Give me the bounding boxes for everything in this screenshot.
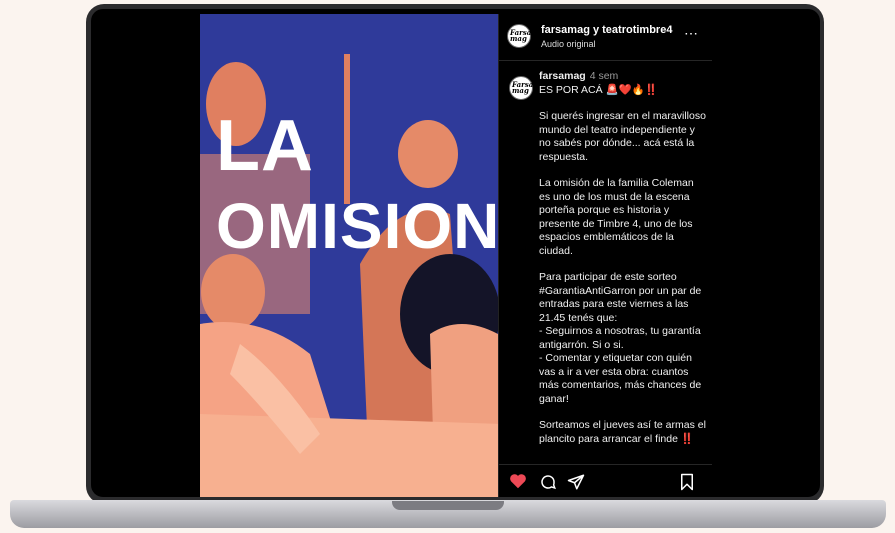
avatar-text: Farsa mag bbox=[510, 28, 532, 43]
bookmark-icon[interactable] bbox=[679, 473, 695, 494]
post-header: Farsa mag farsamag y teatrotimbre4 Audio… bbox=[499, 14, 712, 61]
post-authors[interactable]: farsamag y teatrotimbre4 bbox=[541, 24, 672, 36]
post-panel: Farsa mag farsamag y teatrotimbre4 Audio… bbox=[498, 14, 712, 497]
comment-icon[interactable] bbox=[539, 473, 557, 494]
more-options-icon[interactable]: ⋯ bbox=[684, 25, 699, 42]
caption-paragraph: Para participar de este sorteo #Garantia… bbox=[539, 271, 702, 405]
comment-avatar-text: Farsa mag bbox=[512, 80, 534, 95]
poster-title-line1: LA bbox=[216, 106, 314, 186]
poster-title: LA OMISION bbox=[216, 110, 498, 258]
poster-title-line2: OMISION bbox=[216, 190, 498, 262]
laptop-notch bbox=[392, 501, 504, 510]
share-icon[interactable] bbox=[567, 473, 585, 494]
action-bar bbox=[499, 464, 712, 497]
comment-avatar[interactable]: Farsa mag bbox=[509, 76, 533, 100]
screen: LA OMISION Farsa mag farsamag y teatroti… bbox=[91, 9, 820, 497]
caption-headline: ES POR ACÁ 🚨❤️🔥‼️ bbox=[539, 83, 658, 96]
post-caption: farsamag 4 sem ES POR ACÁ 🚨❤️🔥‼️ Si queré… bbox=[539, 70, 707, 462]
heart-icon[interactable] bbox=[509, 473, 527, 492]
audio-label[interactable]: Audio original bbox=[541, 39, 596, 49]
post-media[interactable]: LA OMISION bbox=[200, 14, 498, 497]
caption-paragraph: Sorteamos el jueves así te armas el plan… bbox=[539, 419, 706, 445]
caption-paragraph: Si querés ingresar en el maravilloso mun… bbox=[539, 110, 706, 163]
caption-time[interactable]: 4 sem bbox=[590, 70, 619, 82]
caption-paragraph: La omisión de la familia Coleman es uno … bbox=[539, 177, 694, 257]
avatar[interactable]: Farsa mag bbox=[507, 24, 531, 48]
caption-author[interactable]: farsamag bbox=[539, 70, 586, 82]
